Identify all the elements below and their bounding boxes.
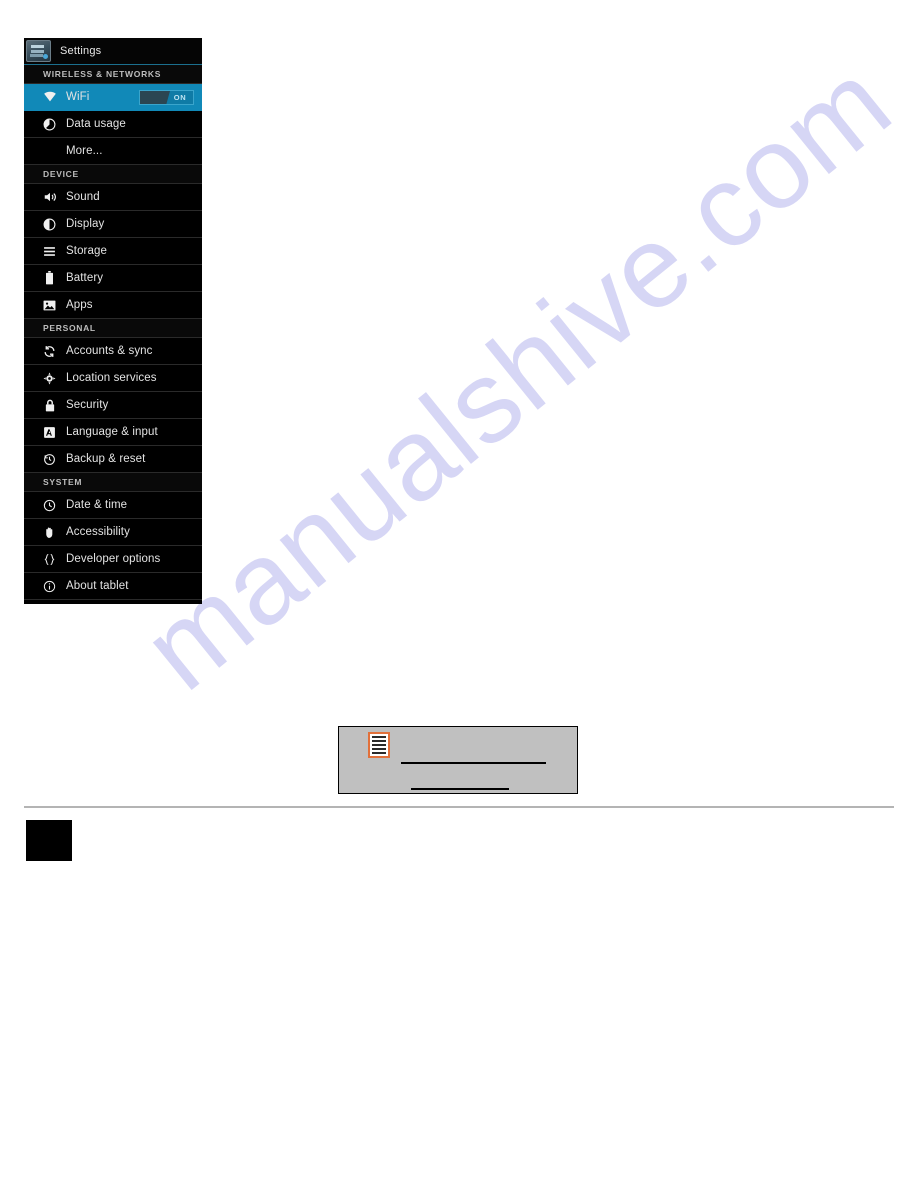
toggle-knob: [140, 91, 170, 104]
sidebar-item-label: WiFi: [66, 91, 90, 103]
android-settings-screenshot: Settings WIRELESS & NETWORKS WiFi ON Dat…: [24, 38, 202, 604]
sidebar-item-label: Accounts & sync: [66, 345, 153, 357]
sidebar-item-label: Accessibility: [66, 526, 130, 538]
footer-divider: [24, 806, 894, 808]
note-icon-line: [372, 740, 386, 742]
sidebar-item-label: Data usage: [66, 118, 126, 130]
sidebar-item-label: Display: [66, 218, 105, 230]
sidebar-item-label: Storage: [66, 245, 107, 257]
sidebar-item-more[interactable]: More...: [24, 138, 202, 165]
clock-icon: [42, 498, 57, 513]
page-number-marker: [26, 820, 72, 861]
sidebar-item-label: Battery: [66, 272, 104, 284]
info-icon: [42, 579, 57, 594]
section-header-wireless: WIRELESS & NETWORKS: [24, 65, 202, 84]
sidebar-item-label: Security: [66, 399, 109, 411]
redacted-text-line: [411, 788, 509, 790]
sync-icon: [42, 344, 57, 359]
note-icon-line: [372, 752, 386, 754]
note-icon-line: [372, 736, 386, 738]
sidebar-item-backup-reset[interactable]: Backup & reset: [24, 446, 202, 473]
sidebar-item-apps[interactable]: Apps: [24, 292, 202, 319]
section-header-device: DEVICE: [24, 165, 202, 184]
backup-reset-icon: [42, 452, 57, 467]
sidebar-item-label: Location services: [66, 372, 157, 384]
sidebar-item-accessibility[interactable]: Accessibility: [24, 519, 202, 546]
sidebar-item-sound[interactable]: Sound: [24, 184, 202, 211]
sidebar-item-data-usage[interactable]: Data usage: [24, 111, 202, 138]
section-header-personal: PERSONAL: [24, 319, 202, 338]
page-title: Settings: [60, 45, 102, 57]
sidebar-item-battery[interactable]: Battery: [24, 265, 202, 292]
sidebar-item-security[interactable]: Security: [24, 392, 202, 419]
sidebar-item-accounts-sync[interactable]: Accounts & sync: [24, 338, 202, 365]
sidebar-item-label: Sound: [66, 191, 100, 203]
sidebar-item-label: Language & input: [66, 426, 158, 438]
speaker-icon: [42, 190, 57, 205]
note-icon-line: [372, 748, 386, 750]
sidebar-item-label: Backup & reset: [66, 453, 146, 465]
sidebar-item-wifi[interactable]: WiFi ON: [24, 84, 202, 111]
sidebar-item-label: About tablet: [66, 580, 129, 592]
data-usage-icon: [42, 117, 57, 132]
sidebar-item-developer-options[interactable]: Developer options: [24, 546, 202, 573]
language-icon: [42, 425, 57, 440]
settings-header: Settings: [24, 38, 202, 65]
settings-app-icon: [26, 40, 51, 62]
apps-image-icon: [42, 298, 57, 313]
brightness-icon: [42, 217, 57, 232]
sidebar-item-label: Developer options: [66, 553, 161, 565]
sidebar-item-label: More...: [66, 145, 103, 157]
storage-icon: [42, 244, 57, 259]
section-header-system: SYSTEM: [24, 473, 202, 492]
braces-icon: [42, 552, 57, 567]
toggle-state-label: ON: [173, 93, 187, 102]
location-icon: [42, 371, 57, 386]
sidebar-item-location-services[interactable]: Location services: [24, 365, 202, 392]
watermark-text: manualshive.com: [119, 36, 915, 715]
sidebar-item-display[interactable]: Display: [24, 211, 202, 238]
sidebar-item-date-time[interactable]: Date & time: [24, 492, 202, 519]
sidebar-item-storage[interactable]: Storage: [24, 238, 202, 265]
sidebar-item-label: Apps: [66, 299, 93, 311]
sidebar-item-about-tablet[interactable]: About tablet: [24, 573, 202, 600]
wifi-icon: [42, 90, 57, 105]
battery-icon: [42, 271, 57, 286]
note-list-icon: [368, 732, 390, 758]
lock-icon: [42, 398, 57, 413]
note-icon-line: [372, 744, 386, 746]
note-callout-box: [338, 726, 578, 794]
wifi-toggle[interactable]: ON: [139, 90, 194, 105]
redacted-text-line: [401, 762, 546, 764]
sidebar-item-label: Date & time: [66, 499, 128, 511]
hand-icon: [42, 525, 57, 540]
sidebar-item-language-input[interactable]: Language & input: [24, 419, 202, 446]
